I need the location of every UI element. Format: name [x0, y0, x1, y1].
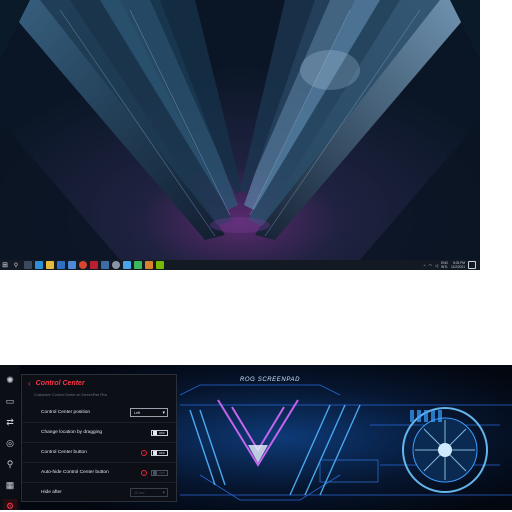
setting-label: Auto-hide Control Center button: [41, 470, 109, 475]
app-icon-green[interactable]: [133, 261, 142, 269]
button-toggle[interactable]: OFF: [151, 449, 168, 456]
taskbar: ⊞ ⚲ ^ ◠ ◁ ENG INTL 5:03 PM 11/2/2021: [0, 260, 480, 270]
dropdown-caret-icon: ▾: [162, 490, 165, 496]
notification-icon[interactable]: [468, 261, 476, 269]
setting-row-drag: Change location by dragging OFF: [22, 422, 176, 442]
screen-swap-icon[interactable]: ⇄: [3, 415, 17, 429]
warning-icon[interactable]: !: [141, 469, 147, 476]
toggle-knob: [153, 450, 157, 455]
toggle-knob: [153, 430, 157, 435]
keyboard-layout: INTL: [441, 265, 449, 269]
desktop-wallpaper: [0, 0, 480, 260]
main-desktop: ⊞ ⚲ ^ ◠ ◁ ENG INTL 5:03 PM 11/2/2021: [0, 0, 480, 270]
setting-row-hide-after: Hide after 10 sec ▾: [22, 482, 176, 502]
app-icon-blue[interactable]: [122, 261, 131, 269]
windows-logo-icon: ⊞: [2, 262, 8, 269]
screenpad-sidebar: ✺ ▭ ⇄ ◎ ⚲ ▦ ⚙: [0, 365, 20, 510]
control-center-subtitle: Customize Control Center on ScreenPad Pl…: [34, 393, 108, 397]
wifi-icon[interactable]: ◠: [429, 263, 433, 268]
steam-icon[interactable]: [100, 261, 109, 269]
mail-icon[interactable]: [56, 261, 65, 269]
toggle-knob: [153, 470, 157, 475]
dropdown-value: Left: [134, 410, 140, 415]
dropdown-caret-icon: ▾: [162, 410, 165, 416]
file-explorer-icon[interactable]: [45, 261, 54, 269]
control-center-panel: ‹ Control Center Customize Control Cente…: [21, 374, 177, 502]
clock-date: 11/2/2021: [451, 265, 465, 269]
mouse-icon[interactable]: ◎: [3, 436, 17, 450]
screenpad-plus: ROG SCREENPAD ✺ ▭ ⇄ ◎ ⚲ ▦ ⚙ ‹ Control Ce…: [0, 365, 512, 510]
app-icon-orange[interactable]: [144, 261, 153, 269]
setting-label: Hide after: [41, 490, 62, 495]
control-center-title: Control Center: [35, 379, 85, 387]
setting-row-position: Control Center position Left ▾: [22, 403, 176, 422]
control-center-header: ‹ Control Center: [22, 375, 176, 391]
back-chevron-icon[interactable]: ‹: [28, 379, 31, 388]
setting-label: Control Center button: [41, 450, 87, 455]
chrome-icon[interactable]: [78, 261, 87, 269]
setting-row-autohide: Auto-hide Control Center button ! OFF: [22, 462, 176, 482]
drag-toggle[interactable]: OFF: [151, 429, 168, 436]
position-dropdown[interactable]: Left ▾: [130, 408, 168, 417]
start-button[interactable]: ⊞: [0, 260, 10, 270]
nvidia-icon[interactable]: [155, 261, 164, 269]
search-button[interactable]: ⚲: [12, 262, 20, 269]
toggle-state: OFF: [159, 450, 165, 455]
dropdown-value: 10 sec: [134, 490, 145, 495]
search-icon: ⚲: [13, 262, 19, 269]
volume-icon[interactable]: ◁: [435, 263, 438, 268]
apps-grid-icon[interactable]: ▦: [3, 478, 17, 492]
brightness-icon[interactable]: ✺: [3, 373, 17, 387]
warning-icon[interactable]: !: [141, 449, 147, 456]
edge-icon[interactable]: [34, 261, 43, 269]
armoury-crate-icon[interactable]: [89, 261, 98, 269]
chevron-up-icon[interactable]: ^: [424, 263, 426, 268]
clock[interactable]: 5:03 PM 11/2/2021: [451, 261, 465, 269]
setting-label: Change location by dragging: [41, 430, 103, 435]
display-icon[interactable]: ▭: [3, 394, 17, 408]
toggle-state: OFF: [159, 430, 165, 435]
settings-list: Control Center position Left ▾ Change lo…: [22, 403, 176, 502]
store-icon[interactable]: [67, 261, 76, 269]
setting-row-button: Control Center button ! OFF: [22, 442, 176, 462]
setting-label: Control Center position: [41, 410, 91, 415]
language-indicator[interactable]: ENG INTL: [441, 261, 448, 269]
microphone-icon[interactable]: ⚲: [3, 457, 17, 471]
toggle-state: OFF: [159, 470, 165, 475]
autohide-toggle[interactable]: OFF: [151, 469, 168, 476]
system-tray: ^ ◠ ◁ ENG INTL 5:03 PM 11/2/2021: [424, 261, 480, 269]
task-view-icon[interactable]: [23, 261, 32, 269]
rog-screenpad-brand: ROG SCREENPAD: [239, 377, 301, 383]
gear-app-icon[interactable]: [111, 261, 120, 269]
hide-after-dropdown[interactable]: 10 sec ▾: [130, 488, 168, 497]
settings-icon[interactable]: ⚙: [3, 499, 17, 510]
